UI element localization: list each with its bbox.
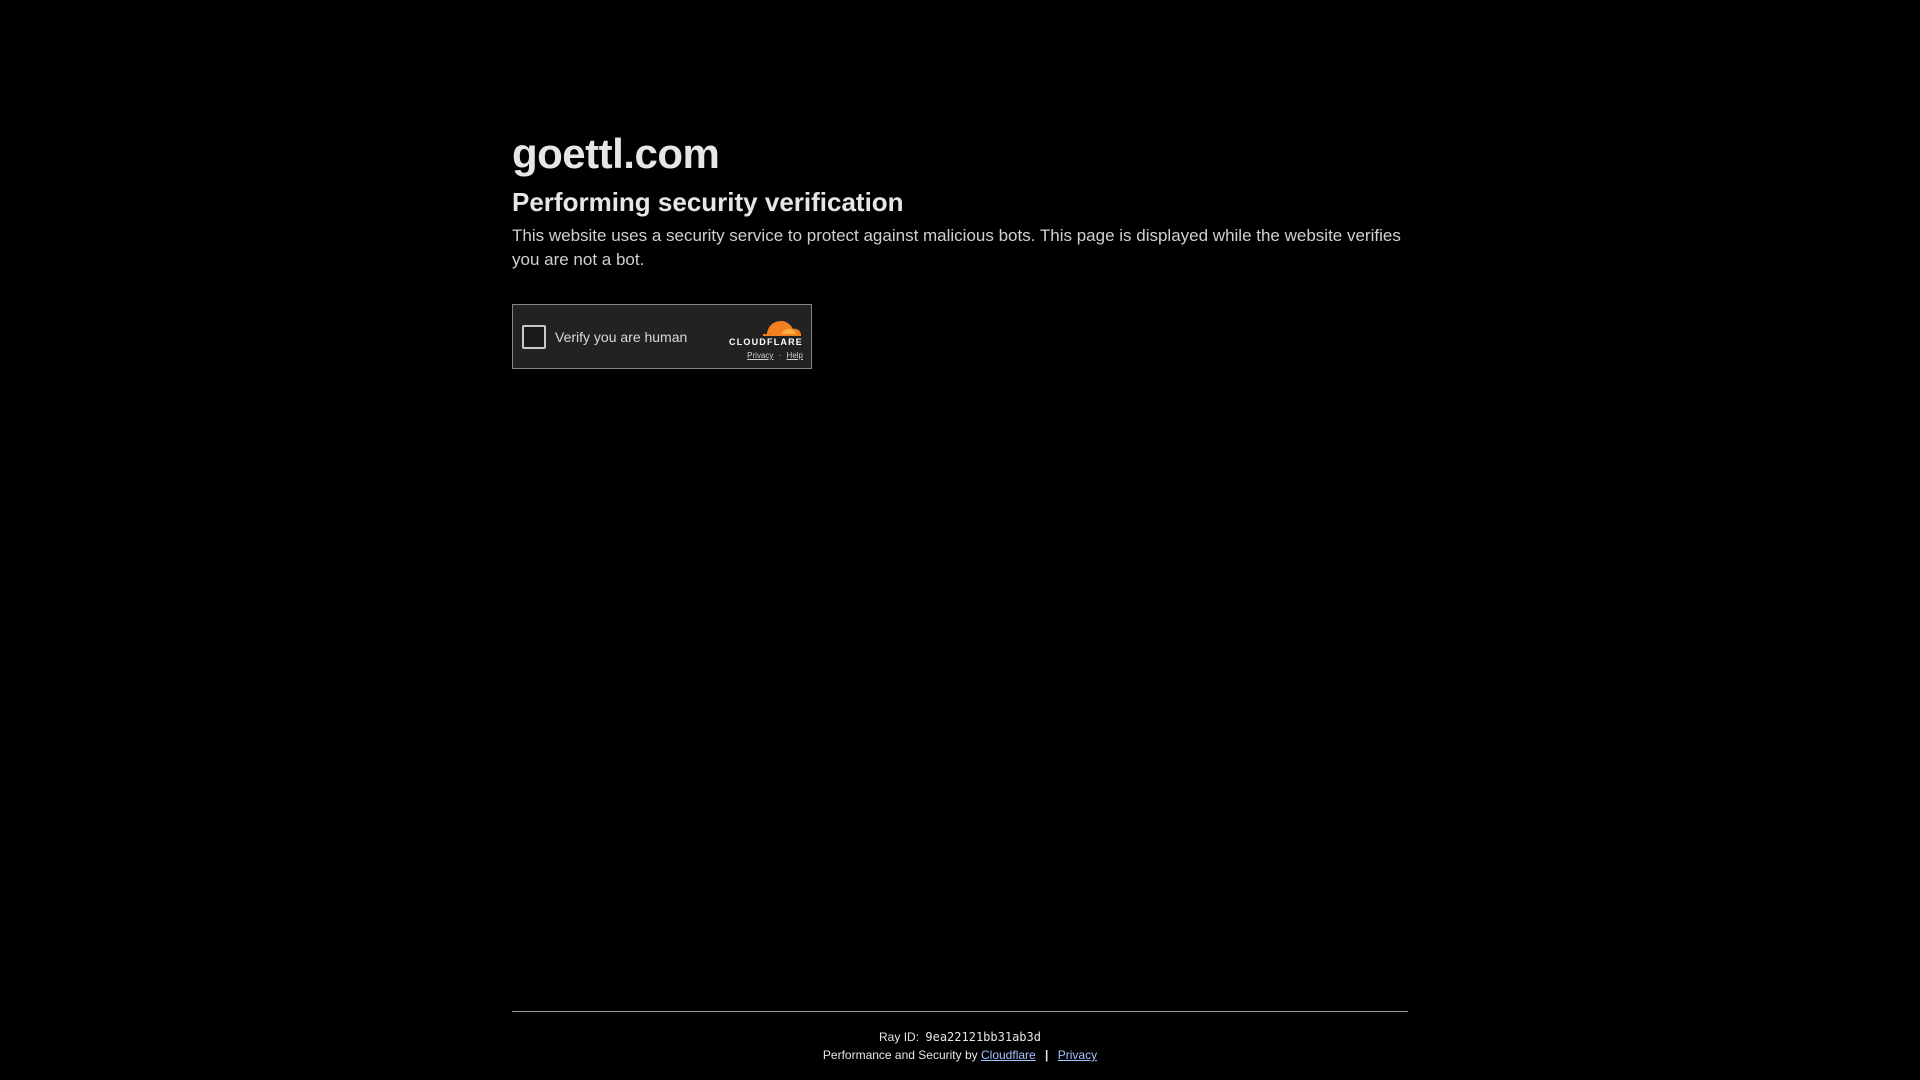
verify-checkbox-label[interactable]: Verify you are human [555,329,687,345]
site-domain-title: goettl.com [512,130,720,177]
performance-text: Performance and Security by [822,1048,978,1062]
footer-privacy-link[interactable]: Privacy [1058,1048,1097,1062]
footer-divider [512,1011,1408,1012]
cloudflare-wordmark: CLOUDFLARE [729,337,803,347]
cloudflare-brand: CLOUDFLARE Privacy · Help [727,315,803,360]
verify-checkbox[interactable] [522,324,546,349]
performance-row: Performance and Security by Cloudflare |… [512,1046,1408,1064]
page-description: This website uses a security service to … [512,226,1401,269]
widget-links: Privacy · Help [747,351,803,360]
cloudflare-link[interactable]: Cloudflare [981,1048,1036,1062]
page-heading: Performing security verification [512,187,904,217]
ray-id-row: Ray ID: 9ea22121bb31ab3d [512,1028,1408,1046]
page-content: goettl.com Performing security verificat… [512,0,1408,1080]
widget-help-link[interactable]: Help [787,351,803,360]
footer: Ray ID: 9ea22121bb31ab3d Performance and… [512,1028,1408,1064]
ray-id-label: Ray ID: [879,1030,920,1044]
widget-link-separator: · [778,351,782,360]
turnstile-widget: Verify you are human CLOUDFLARE Privacy … [512,304,812,369]
widget-privacy-link[interactable]: Privacy [747,351,773,360]
ray-id-value: 9ea22121bb31ab3d [925,1030,1041,1044]
footer-separator: | [1045,1048,1049,1062]
